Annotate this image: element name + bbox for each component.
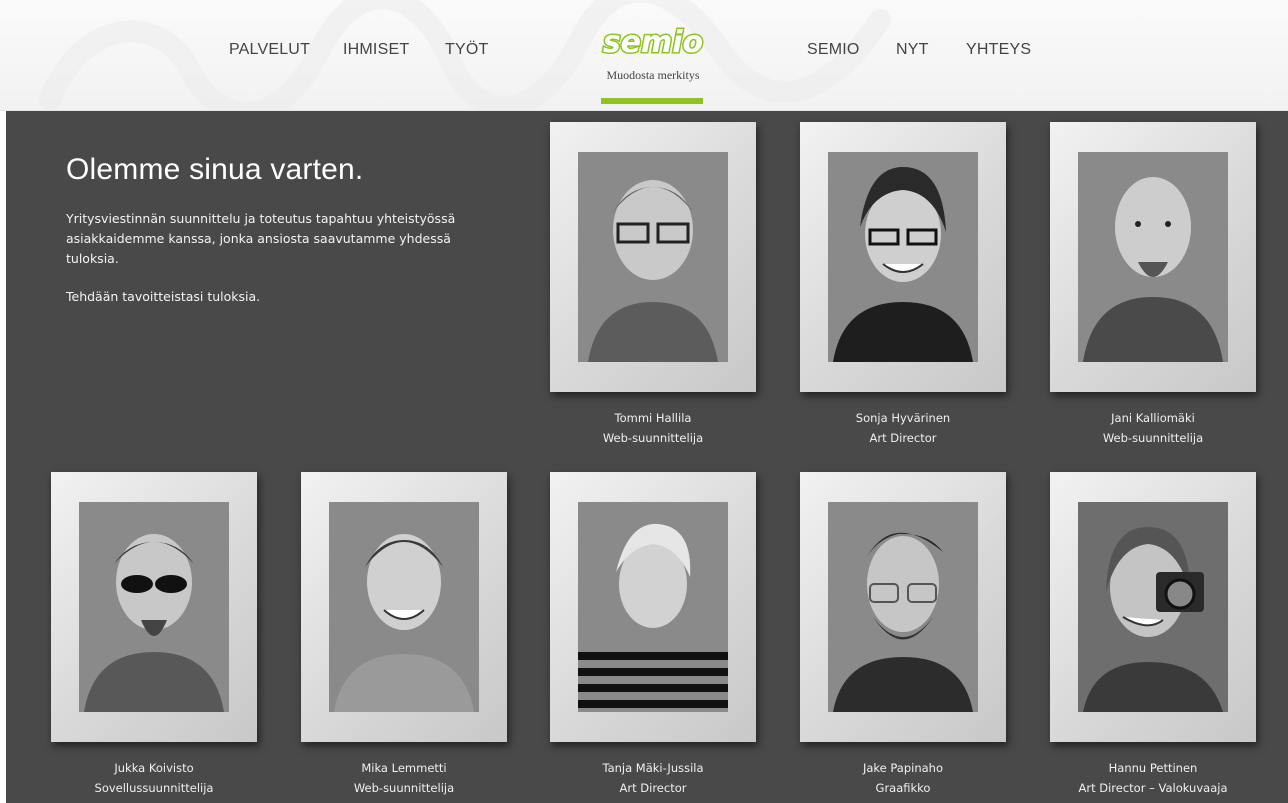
person-role: Graafikko xyxy=(875,781,931,795)
photo-frame xyxy=(550,122,756,392)
person-card-jake[interactable]: Jake Papinaho Graafikko xyxy=(800,472,1010,798)
page-title: Olemme sinua varten. xyxy=(66,153,364,186)
person-name: Jake Papinaho xyxy=(862,761,944,775)
people-section: Olemme sinua varten. Yritysviestinnän su… xyxy=(6,111,1288,803)
portrait-photo xyxy=(1078,152,1228,362)
nav-ihmiset[interactable]: IHMISET xyxy=(343,41,409,59)
site-header: PALVELUT IHMISET TYÖT semio Muodosta mer… xyxy=(0,0,1288,111)
person-role: Sovellussuunnittelija xyxy=(94,781,214,795)
person-name: Jukka Koivisto xyxy=(114,761,194,775)
nav-palvelut[interactable]: PALVELUT xyxy=(229,41,310,59)
person-caption: Hannu Pettinen Art Director – Valokuvaaj… xyxy=(1050,758,1256,798)
portrait-photo xyxy=(578,502,728,712)
photo-frame xyxy=(51,472,257,742)
person-caption: Mika Lemmetti Web-suunnittelija xyxy=(301,758,507,798)
active-nav-indicator xyxy=(601,98,703,104)
person-caption: Jake Papinaho Graafikko xyxy=(800,758,1006,798)
person-name: Tanja Mäki-Jussila xyxy=(602,761,704,775)
photo-frame xyxy=(800,472,1006,742)
portrait-photo xyxy=(578,152,728,362)
intro-block: Olemme sinua varten. Yritysviestinnän su… xyxy=(66,153,486,307)
person-caption: Jukka Koivisto Sovellussuunnittelija xyxy=(51,758,257,798)
person-caption: Tanja Mäki-Jussila Art Director xyxy=(550,758,756,798)
photo-frame xyxy=(800,122,1006,392)
logo-text: semio xyxy=(603,25,703,60)
person-caption: Jani Kalliomäki Web-suunnittelija xyxy=(1050,408,1256,448)
photo-frame xyxy=(1050,472,1256,742)
person-role: Web-suunnittelija xyxy=(602,431,704,445)
nav-nyt[interactable]: NYT xyxy=(896,41,929,59)
person-role: Web-suunnittelija xyxy=(1102,431,1204,445)
person-card-hannu[interactable]: Hannu Pettinen Art Director – Valokuvaaj… xyxy=(1050,472,1260,798)
semio-logo[interactable]: semio Muodosta merkitys xyxy=(595,22,711,86)
person-role: Art Director xyxy=(869,431,937,445)
portrait-photo xyxy=(329,502,479,712)
intro-paragraph: Yritysviestinnän suunnittelu ja toteutus… xyxy=(66,211,456,266)
person-role: Art Director xyxy=(619,781,687,795)
portrait-photo xyxy=(1078,502,1228,712)
nav-tyot[interactable]: TYÖT xyxy=(445,41,488,59)
intro-tagline: Tehdään tavoitteistasi tuloksia. xyxy=(66,289,261,304)
person-card-jani[interactable]: Jani Kalliomäki Web-suunnittelija xyxy=(1050,122,1260,448)
person-card-tommi[interactable]: Tommi Hallila Web-suunnittelija xyxy=(550,122,760,448)
person-name: Hannu Pettinen xyxy=(1108,761,1198,775)
person-name: Tommi Hallila xyxy=(614,411,692,425)
person-card-sonja[interactable]: Sonja Hyvärinen Art Director xyxy=(800,122,1010,448)
person-card-jukka[interactable]: Jukka Koivisto Sovellussuunnittelija xyxy=(51,472,261,798)
semio-logo-mark: semio xyxy=(601,24,704,62)
nav-semio[interactable]: SEMIO xyxy=(807,41,860,59)
person-card-tanja[interactable]: Tanja Mäki-Jussila Art Director xyxy=(550,472,760,798)
person-name: Jani Kalliomäki xyxy=(1111,411,1195,425)
person-caption: Tommi Hallila Web-suunnittelija xyxy=(550,408,756,448)
person-role: Art Director – Valokuvaaja xyxy=(1078,781,1228,795)
portrait-photo xyxy=(828,502,978,712)
nav-yhteys[interactable]: YHTEYS xyxy=(966,41,1031,59)
person-name: Mika Lemmetti xyxy=(361,761,447,775)
person-card-mika[interactable]: Mika Lemmetti Web-suunnittelija xyxy=(301,472,511,798)
person-role: Web-suunnittelija xyxy=(353,781,455,795)
logo-tagline: Muodosta merkitys xyxy=(606,68,700,82)
photo-frame xyxy=(1050,122,1256,392)
photo-frame xyxy=(301,472,507,742)
portrait-photo xyxy=(79,502,229,712)
portrait-photo xyxy=(828,152,978,362)
person-caption: Sonja Hyvärinen Art Director xyxy=(800,408,1006,448)
photo-frame xyxy=(550,472,756,742)
person-name: Sonja Hyvärinen xyxy=(855,411,951,425)
